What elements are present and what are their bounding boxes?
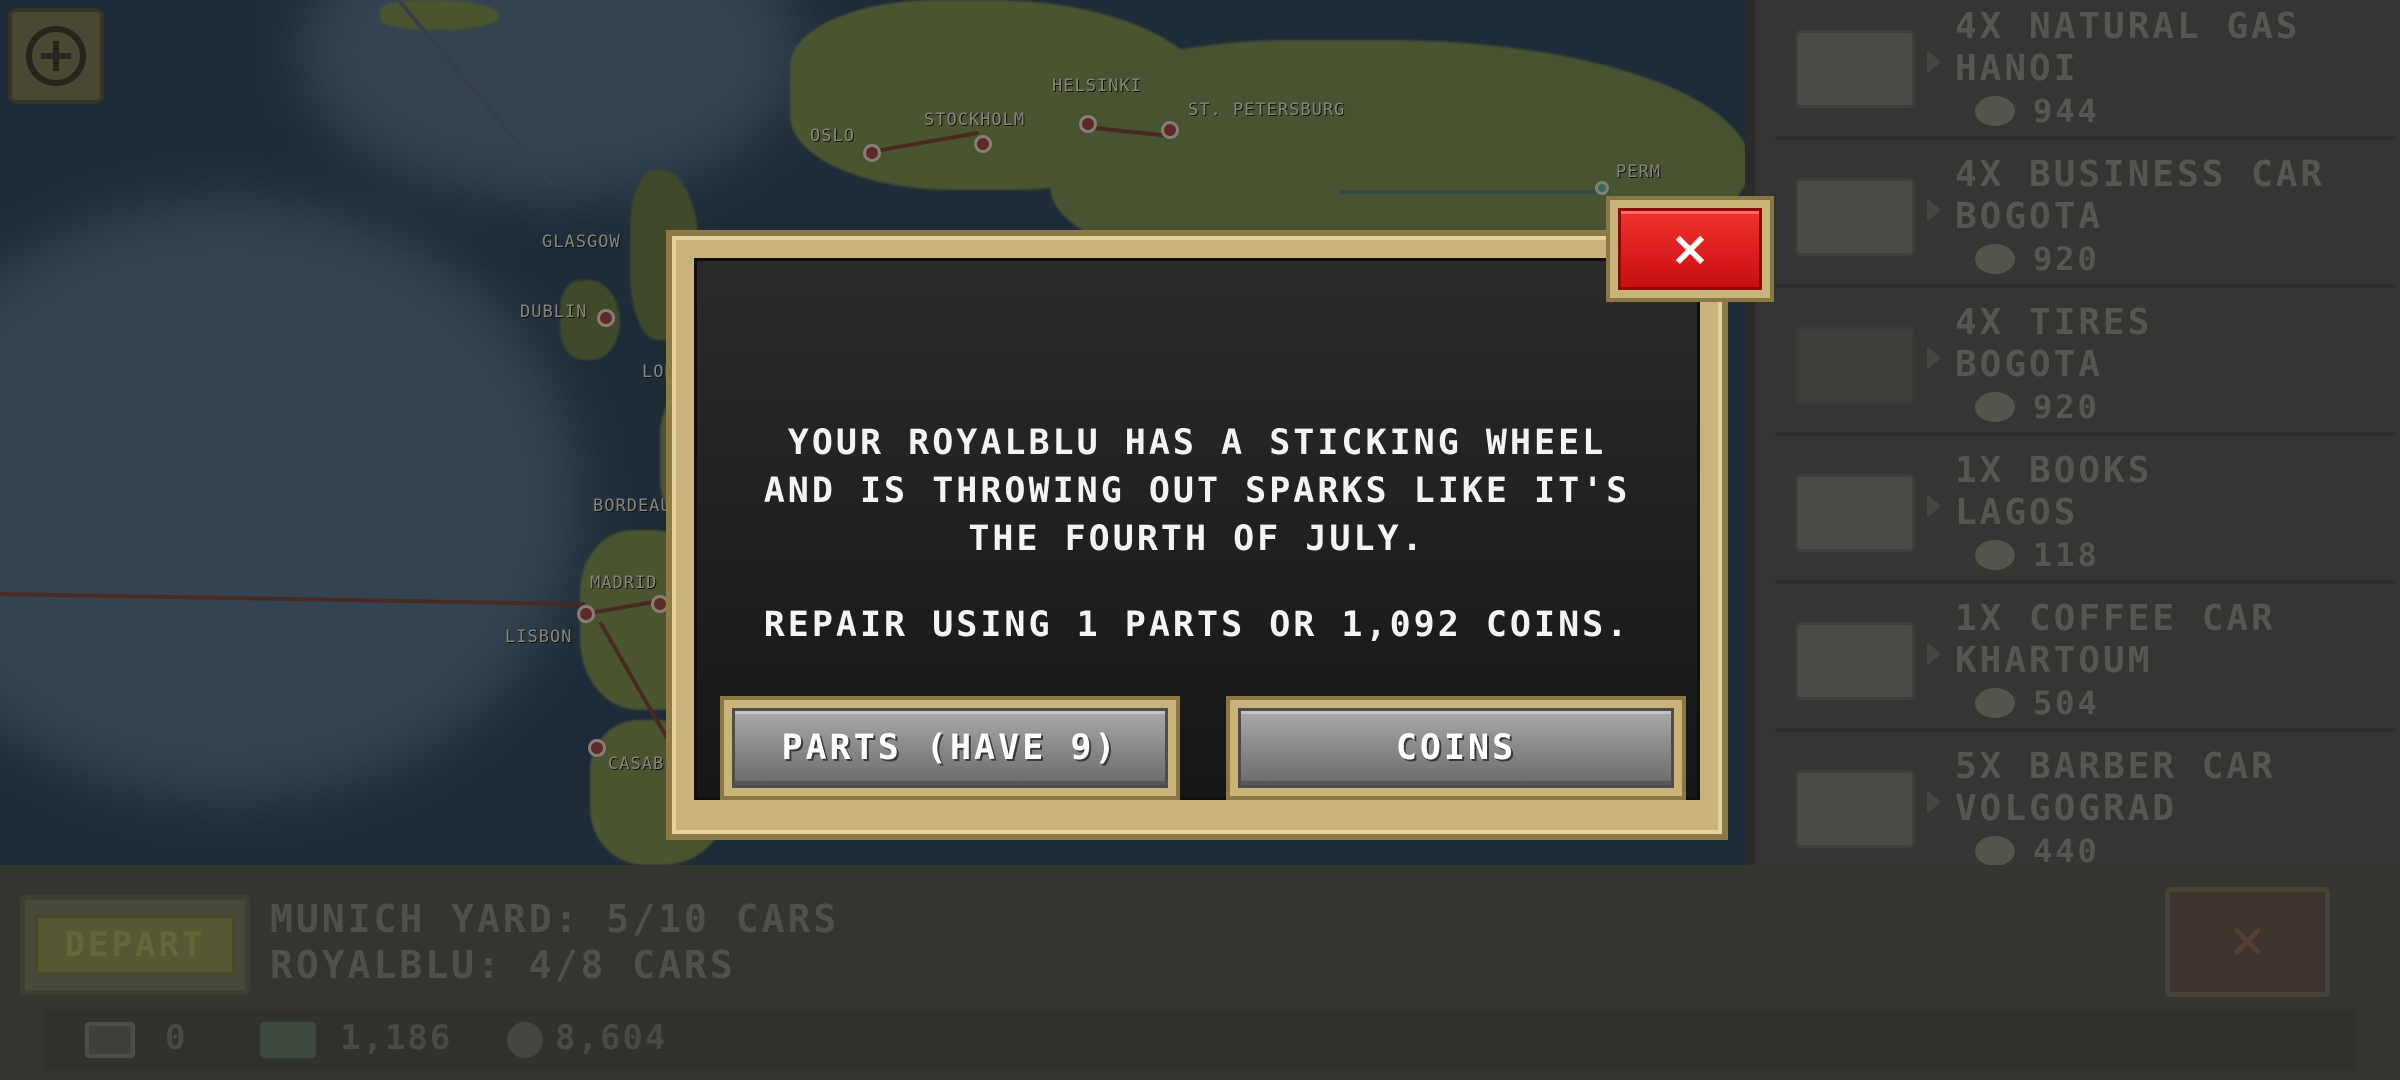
message-line: AND IS THROWING OUT SPARKS LIKE IT'S [763,471,1631,511]
dialog-message: YOUR ROYALBLU HAS A STICKING WHEEL AND I… [697,419,1697,563]
repair-with-parts-button[interactable]: PARTS (HAVE 9) [720,696,1180,800]
coins-button-label: COINS [1238,708,1674,788]
parts-button-label: PARTS (HAVE 9) [732,708,1168,788]
close-icon: × [1669,221,1711,277]
repair-cost-text: REPAIR USING 1 PARTS OR 1,092 COINS. [763,605,1631,645]
dialog-close-button[interactable]: × [1606,196,1774,302]
message-line: THE FOURTH OF JULY. [968,519,1426,559]
repair-dialog: YOUR ROYALBLU HAS A STICKING WHEEL AND I… [666,230,1728,840]
repair-with-coins-button[interactable]: COINS [1226,696,1686,800]
message-line: YOUR ROYALBLU HAS A STICKING WHEEL [787,423,1607,463]
close-button-face: × [1618,208,1762,290]
